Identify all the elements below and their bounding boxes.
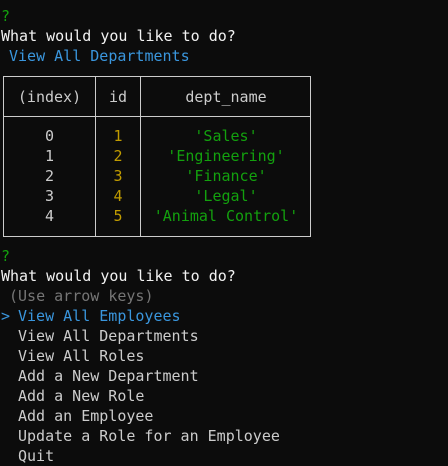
table-header-index: (index) [17, 88, 82, 106]
table-header-dept-name: dept_name [185, 88, 267, 106]
table-cell-index: 1 [44, 147, 55, 165]
menu-option-view-all-roles[interactable]: View All Roles [18, 346, 144, 366]
table-cell-index: 4 [44, 207, 55, 225]
menu-option-update-employee-role[interactable]: Update a Role for an Employee [18, 426, 280, 446]
menu-option-view-all-employees[interactable]: View All Employees [18, 306, 181, 326]
table-cell-dept-name: 'Animal Control' [153, 207, 299, 225]
table-cell-dept-name: 'Legal' [194, 187, 258, 205]
arrow-keys-hint: (Use arrow keys) [9, 287, 154, 305]
prompt-question: What would you like to do? [1, 267, 236, 285]
table-cell-index: 2 [44, 167, 55, 185]
departments-table: (index) id dept_name 0 1 'Sales' 1 2 'En… [3, 76, 311, 237]
table-cell-dept-name: 'Finance' [185, 167, 267, 185]
menu-option-view-all-departments[interactable]: View All Departments [18, 326, 199, 346]
menu-option-quit[interactable]: Quit [18, 446, 54, 466]
table-cell-index: 0 [44, 127, 55, 145]
table-cell-id: 2 [113, 147, 123, 165]
selection-cursor-icon: > [1, 307, 11, 325]
question-marker: ? [1, 247, 11, 265]
table-cell-dept-name: 'Sales' [194, 127, 258, 145]
table-cell-index: 3 [44, 187, 55, 205]
menu-option-add-employee[interactable]: Add an Employee [18, 406, 153, 426]
header-divider [4, 116, 310, 117]
table-cell-id: 3 [113, 167, 123, 185]
terminal-window[interactable]: ? What would you like to do? View All De… [0, 0, 448, 466]
table-cell-id: 5 [113, 207, 123, 225]
question-marker: ? [1, 7, 11, 25]
table-cell-id: 4 [113, 187, 123, 205]
prompt-answer: View All Departments [9, 47, 190, 65]
menu-option-add-department[interactable]: Add a New Department [18, 366, 199, 386]
table-header-id: id [108, 88, 128, 106]
menu-option-add-role[interactable]: Add a New Role [18, 386, 144, 406]
prompt-question: What would you like to do? [1, 27, 236, 45]
table-cell-dept-name: 'Engineering' [167, 147, 285, 165]
table-cell-id: 1 [113, 127, 123, 145]
